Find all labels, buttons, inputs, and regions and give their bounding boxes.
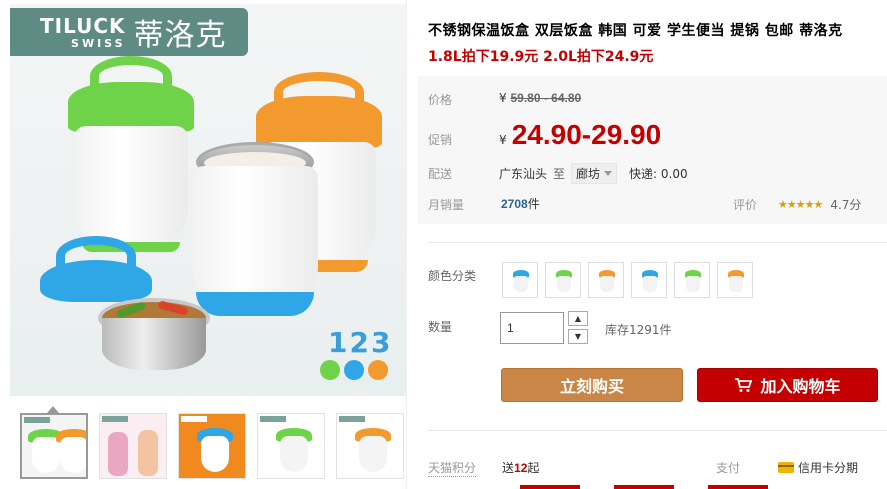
points-prefix: 送 <box>502 461 515 475</box>
promo-price: ¥ 24.90-29.90 <box>499 119 661 151</box>
bottom-strip-1 <box>520 485 580 489</box>
monthly-sales: 2708件 <box>501 195 540 212</box>
thumbnail-5[interactable] <box>336 413 404 479</box>
rating[interactable]: ★★★★★ 4.7分 <box>778 196 861 213</box>
promo-price-value: 24.90-29.90 <box>511 119 662 150</box>
points-value: 12 <box>514 461 528 475</box>
bottom-partial-strip <box>520 485 768 489</box>
points-suffix: 起 <box>527 461 540 475</box>
color-category-label: 颜色分类 <box>428 269 477 283</box>
payment-label: 支付 <box>716 461 741 475</box>
thumbnail-strip <box>20 413 404 479</box>
quantity-input[interactable]: 1 <box>500 312 564 344</box>
price-label: 价格 <box>428 93 453 107</box>
tmall-points: 送12起 <box>502 459 539 476</box>
footer-divider <box>428 430 887 431</box>
star-rating-icon: ★★★★★ <box>778 198 823 211</box>
main-product-image[interactable]: TILUCK SWISS 蒂洛克 123 <box>10 4 406 396</box>
cart-icon <box>735 378 753 392</box>
color-swatches <box>502 262 753 298</box>
food-bowl <box>98 298 210 374</box>
destination-value: 廊坊 <box>576 167 601 181</box>
thumbnail-4[interactable] <box>257 413 325 479</box>
quantity-label: 数量 <box>428 320 453 334</box>
tmall-points-label[interactable]: 天猫积分 <box>428 459 477 477</box>
stock-count: 库存1291件 <box>605 323 672 337</box>
column-divider <box>406 0 407 489</box>
capacity-number-badge: 123 <box>328 326 393 359</box>
add-to-cart-button[interactable]: 加入购物车 <box>697 368 878 402</box>
swatch-orange-2[interactable] <box>717 262 753 298</box>
thumbnail-3[interactable] <box>178 413 246 479</box>
bottom-strip-2 <box>614 485 674 489</box>
destination-select[interactable]: 廊坊 <box>571 163 618 184</box>
swatch-green-1[interactable] <box>545 262 581 298</box>
swatch-green-2[interactable] <box>674 262 710 298</box>
quantity-increase-button[interactable]: ▲ <box>568 311 588 326</box>
ship-to-word: 至 <box>553 167 566 181</box>
rating-score: 4.7分 <box>830 198 862 212</box>
orange-dot <box>368 360 388 380</box>
monthly-sales-label: 月销量 <box>428 198 465 212</box>
courier-fee: 快递: 0.00 <box>629 167 688 181</box>
credit-installment-link[interactable]: 信用卡分期 <box>778 459 858 476</box>
blue-lunchbox-open <box>190 142 320 322</box>
product-title: 不锈钢保温饭盒 双层饭盒 韩国 可爱 学生便当 提锅 包邮 蒂洛克 <box>428 23 843 39</box>
quantity-decrease-button[interactable]: ▼ <box>568 329 588 344</box>
shipping-info: 广东汕头 至 廊坊 快递: 0.00 <box>499 163 688 184</box>
green-lunchbox <box>68 56 194 256</box>
sales-unit: 件 <box>527 197 540 211</box>
thumbnail-pointer <box>47 406 59 413</box>
credit-card-icon <box>778 462 794 473</box>
brand-sub-en: SWISS <box>71 36 126 50</box>
blue-lid <box>40 236 152 306</box>
brand-name-en: TILUCK <box>40 13 126 38</box>
thumbnail-2[interactable] <box>99 413 167 479</box>
swatch-orange-1[interactable] <box>588 262 624 298</box>
ship-from: 广东汕头 <box>499 167 548 181</box>
add-to-cart-label: 加入购物车 <box>760 377 841 396</box>
sales-count: 2708 <box>501 197 528 211</box>
thumbnail-1[interactable] <box>20 413 88 479</box>
currency-symbol: ¥ <box>499 91 507 105</box>
swatch-blue-1[interactable] <box>502 262 538 298</box>
swatch-blue-2[interactable] <box>631 262 667 298</box>
original-price: ¥ 59.80 - 64.80 <box>499 91 581 105</box>
original-price-value: 59.80 - 64.80 <box>510 91 582 105</box>
chevron-down-icon <box>604 171 613 176</box>
section-divider <box>428 242 887 243</box>
blue-dot <box>344 360 364 380</box>
credit-installment-text: 信用卡分期 <box>798 461 859 475</box>
brand-logo: TILUCK SWISS 蒂洛克 <box>10 8 248 56</box>
brand-name-cn: 蒂洛克 <box>133 18 227 53</box>
promo-currency-symbol: ¥ <box>499 133 507 147</box>
bottom-strip-3 <box>708 485 768 489</box>
shipping-label: 配送 <box>428 167 453 181</box>
color-dots <box>320 360 388 380</box>
rating-label: 评价 <box>733 198 758 212</box>
promo-label: 促销 <box>428 133 453 147</box>
product-subtitle: 1.8L拍下19.9元 2.0L拍下24.9元 <box>428 49 654 65</box>
buy-now-button[interactable]: 立刻购买 <box>501 368 683 402</box>
green-dot <box>320 360 340 380</box>
buy-now-label: 立刻购买 <box>559 377 624 396</box>
